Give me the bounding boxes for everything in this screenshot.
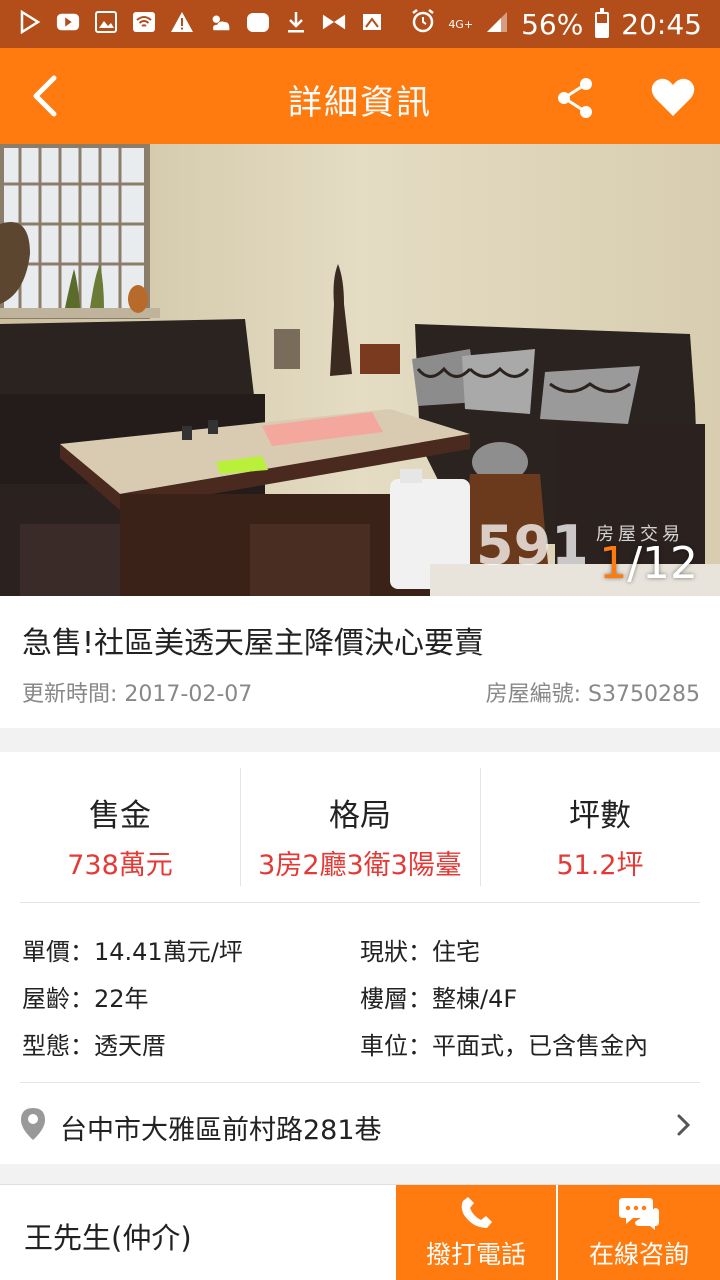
status-bar: 4G+ 56% 20:45 — [0, 0, 720, 48]
floor-info: 樓層：整棟/4F — [360, 985, 518, 1013]
address-text: 台中市大雅區前村路281巷 — [60, 1115, 382, 1146]
parking-info: 車位：平面式，已含售金內 — [360, 1032, 648, 1060]
photo-gallery[interactable]: 591 房屋交易 1/12 — [0, 144, 720, 596]
details-card: 售金 738萬元 格局 3房2廳3衛3陽臺 坪數 51.2坪 單價：14.41萬… — [0, 752, 720, 1164]
gallery-icon — [94, 10, 118, 34]
stat-label: 坪數 — [569, 798, 631, 834]
stat-area: 坪數 51.2坪 — [480, 768, 720, 886]
favorite-button[interactable] — [650, 76, 696, 120]
property-age: 屋齡：22年 — [22, 985, 149, 1013]
stat-value: 3房2廳3衛3陽臺 — [258, 850, 462, 881]
map-icon — [360, 10, 384, 34]
phone-icon — [461, 1197, 492, 1228]
contact-bar: 王先生(仲介) 撥打電話 在線咨詢 — [0, 1184, 720, 1280]
house-id: 房屋編號: S3750285 — [485, 682, 700, 707]
photo-current: 1 — [599, 538, 628, 589]
network-type: 4G+ — [448, 17, 474, 31]
chat-icon — [619, 1198, 659, 1230]
notification-icons — [18, 10, 384, 34]
property-type: 型態：透天厝 — [22, 1032, 166, 1060]
listing-header: 急售!社區美透天屋主降價決心要賣 更新時間: 2017-02-07 房屋編號: … — [0, 596, 720, 728]
galaxy-app-icon — [246, 10, 270, 34]
battery-percent: 56% — [521, 8, 584, 41]
call-label: 撥打電話 — [425, 1240, 526, 1269]
play-store-icon — [18, 10, 42, 34]
share-button[interactable] — [554, 76, 598, 120]
clock: 20:45 — [621, 8, 702, 41]
update-time: 更新時間: 2017-02-07 — [22, 682, 253, 707]
listing-title: 急售!社區美透天屋主降價決心要賣 — [22, 626, 485, 661]
stat-price: 售金 738萬元 — [0, 768, 240, 886]
stat-value: 738萬元 — [67, 850, 173, 881]
page-title: 詳細資訊 — [288, 83, 432, 123]
chat-button[interactable]: 在線咨詢 — [558, 1185, 720, 1280]
app-bar: 詳細資訊 — [0, 48, 720, 144]
battery-icon — [595, 7, 610, 38]
heart-icon — [651, 78, 695, 116]
photo-counter: 1/12 — [599, 538, 698, 589]
warning-icon — [170, 10, 194, 34]
weather-icon — [208, 10, 232, 34]
chat-label: 在線咨詢 — [588, 1240, 689, 1269]
photo-total: /12 — [627, 538, 698, 589]
divider — [20, 902, 700, 903]
bowtie-icon — [322, 10, 346, 34]
chevron-right-icon — [677, 1114, 691, 1136]
wifi-icon — [132, 10, 156, 34]
property-status: 現狀：住宅 — [360, 938, 480, 966]
stat-layout: 格局 3房2廳3衛3陽臺 — [240, 768, 480, 886]
share-icon — [558, 78, 592, 118]
download-icon — [284, 10, 308, 34]
call-button[interactable]: 撥打電話 — [396, 1185, 556, 1280]
stat-value: 51.2坪 — [556, 850, 644, 881]
unit-price: 單價：14.41萬元/坪 — [22, 938, 243, 966]
watermark-591: 591 — [476, 514, 589, 577]
stat-label: 售金 — [89, 798, 151, 834]
system-status: 4G+ 56% 20:45 — [410, 7, 702, 41]
address-row[interactable]: 台中市大雅區前村路281巷 — [0, 1083, 720, 1164]
key-stats: 售金 738萬元 格局 3房2廳3衛3陽臺 坪數 51.2坪 — [0, 768, 720, 886]
stat-label: 格局 — [329, 798, 391, 834]
alarm-icon — [410, 8, 436, 41]
agent-name: 王先生(仲介) — [24, 1221, 192, 1255]
location-pin-icon — [21, 1108, 45, 1140]
signal-icon — [485, 8, 509, 41]
youtube-icon — [56, 10, 80, 34]
